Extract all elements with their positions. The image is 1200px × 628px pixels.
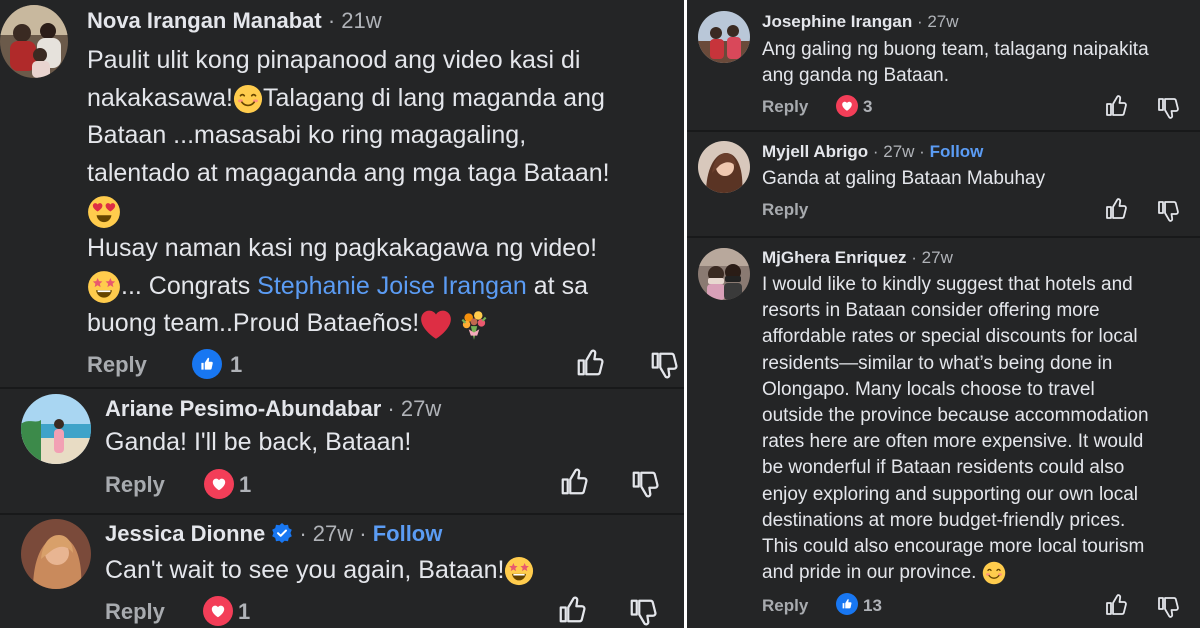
divider (687, 236, 1200, 238)
thumbs-up-icon[interactable] (1104, 197, 1128, 221)
left-comment-panel: Nova Irangan Manabat · 21w Paulit ulit k… (0, 0, 684, 628)
red-heart-emoji-icon (419, 308, 453, 342)
reaction-count: 13 (863, 596, 882, 615)
right-comment-panel: Josephine Irangan · 27w Ang galing ng bu… (687, 0, 1200, 628)
thumbs-down-icon[interactable] (649, 350, 679, 380)
avatar[interactable] (21, 394, 91, 464)
heart-eyes-emoji-icon (87, 195, 121, 229)
timestamp[interactable]: 27w (401, 396, 441, 421)
star-struck-emoji-icon (504, 556, 534, 586)
reaction-count: 3 (863, 97, 873, 116)
star-struck-emoji-icon (87, 270, 121, 304)
bouquet-emoji-icon (457, 308, 491, 342)
divider (0, 387, 684, 389)
avatar[interactable] (21, 519, 91, 589)
thumbs-up-icon[interactable] (575, 348, 605, 378)
divider (687, 130, 1200, 132)
verified-badge-icon (271, 522, 293, 550)
thumbs-up-icon[interactable] (1104, 94, 1128, 118)
reply-button[interactable]: Reply (87, 352, 147, 378)
thumbs-down-icon[interactable] (1156, 595, 1180, 619)
divider (0, 513, 684, 515)
follow-button[interactable]: Follow (930, 142, 984, 161)
author-name[interactable]: Ariane Pesimo-Abundabar · 27w (105, 396, 441, 422)
timestamp[interactable]: 27w (927, 12, 958, 31)
love-reaction-icon[interactable] (204, 469, 234, 499)
author-name[interactable]: Myjell Abrigo · 27w · Follow (762, 142, 983, 162)
author-name[interactable]: MjGhera Enriquez · 27w (762, 248, 953, 268)
thumbs-down-icon[interactable] (630, 469, 660, 499)
author-name[interactable]: Nova Irangan Manabat · 21w (87, 8, 382, 34)
comment-text: Paulit ulit kong pinapanood ang video ka… (87, 42, 684, 343)
thumbs-down-icon[interactable] (1156, 96, 1180, 120)
love-reaction-icon[interactable] (203, 596, 233, 626)
avatar[interactable] (698, 11, 750, 63)
reaction-count: 1 (230, 352, 243, 377)
timestamp[interactable]: 27w (313, 521, 353, 546)
timestamp[interactable]: 27w (922, 248, 953, 267)
timestamp[interactable]: 27w (883, 142, 914, 161)
love-reaction-icon[interactable] (836, 95, 858, 117)
timestamp[interactable]: 21w (341, 8, 381, 33)
comment-text: Ang galing ng buong team, talagang naipa… (762, 39, 1149, 86)
like-reaction-icon[interactable] (836, 593, 858, 615)
reaction-count: 1 (238, 599, 251, 624)
avatar[interactable] (0, 5, 68, 78)
mention-link[interactable]: Stephanie Joise Irangan (257, 272, 527, 300)
smile-emoji-icon (982, 561, 1006, 585)
smile-emoji-icon (233, 84, 263, 114)
avatar[interactable] (698, 248, 750, 300)
follow-button[interactable]: Follow (373, 521, 443, 546)
avatar[interactable] (698, 141, 750, 193)
comment-text: Can't wait to see you again, Bataan! (105, 556, 534, 586)
thumbs-down-icon[interactable] (1156, 199, 1180, 223)
thumbs-up-icon[interactable] (559, 467, 589, 497)
comment-text: I would like to kindly suggest that hote… (762, 274, 1149, 585)
thumbs-down-icon[interactable] (628, 597, 658, 627)
comment-text: Ganda! I'll be back, Bataan! (105, 428, 412, 456)
comment-text: Ganda at galing Bataan Mabuhay (762, 168, 1046, 189)
like-reaction-icon[interactable] (192, 349, 222, 379)
reply-button[interactable]: Reply (762, 97, 808, 117)
author-name[interactable]: Josephine Irangan · 27w (762, 12, 959, 32)
reaction-count: 1 (239, 472, 252, 497)
author-name[interactable]: Jessica Dionne · 27w · Follow (105, 521, 442, 550)
reply-button[interactable]: Reply (762, 200, 808, 220)
thumbs-up-icon[interactable] (557, 595, 587, 625)
thumbs-up-icon[interactable] (1104, 593, 1128, 617)
reply-button[interactable]: Reply (105, 599, 165, 625)
reply-button[interactable]: Reply (105, 472, 165, 498)
reply-button[interactable]: Reply (762, 596, 808, 616)
